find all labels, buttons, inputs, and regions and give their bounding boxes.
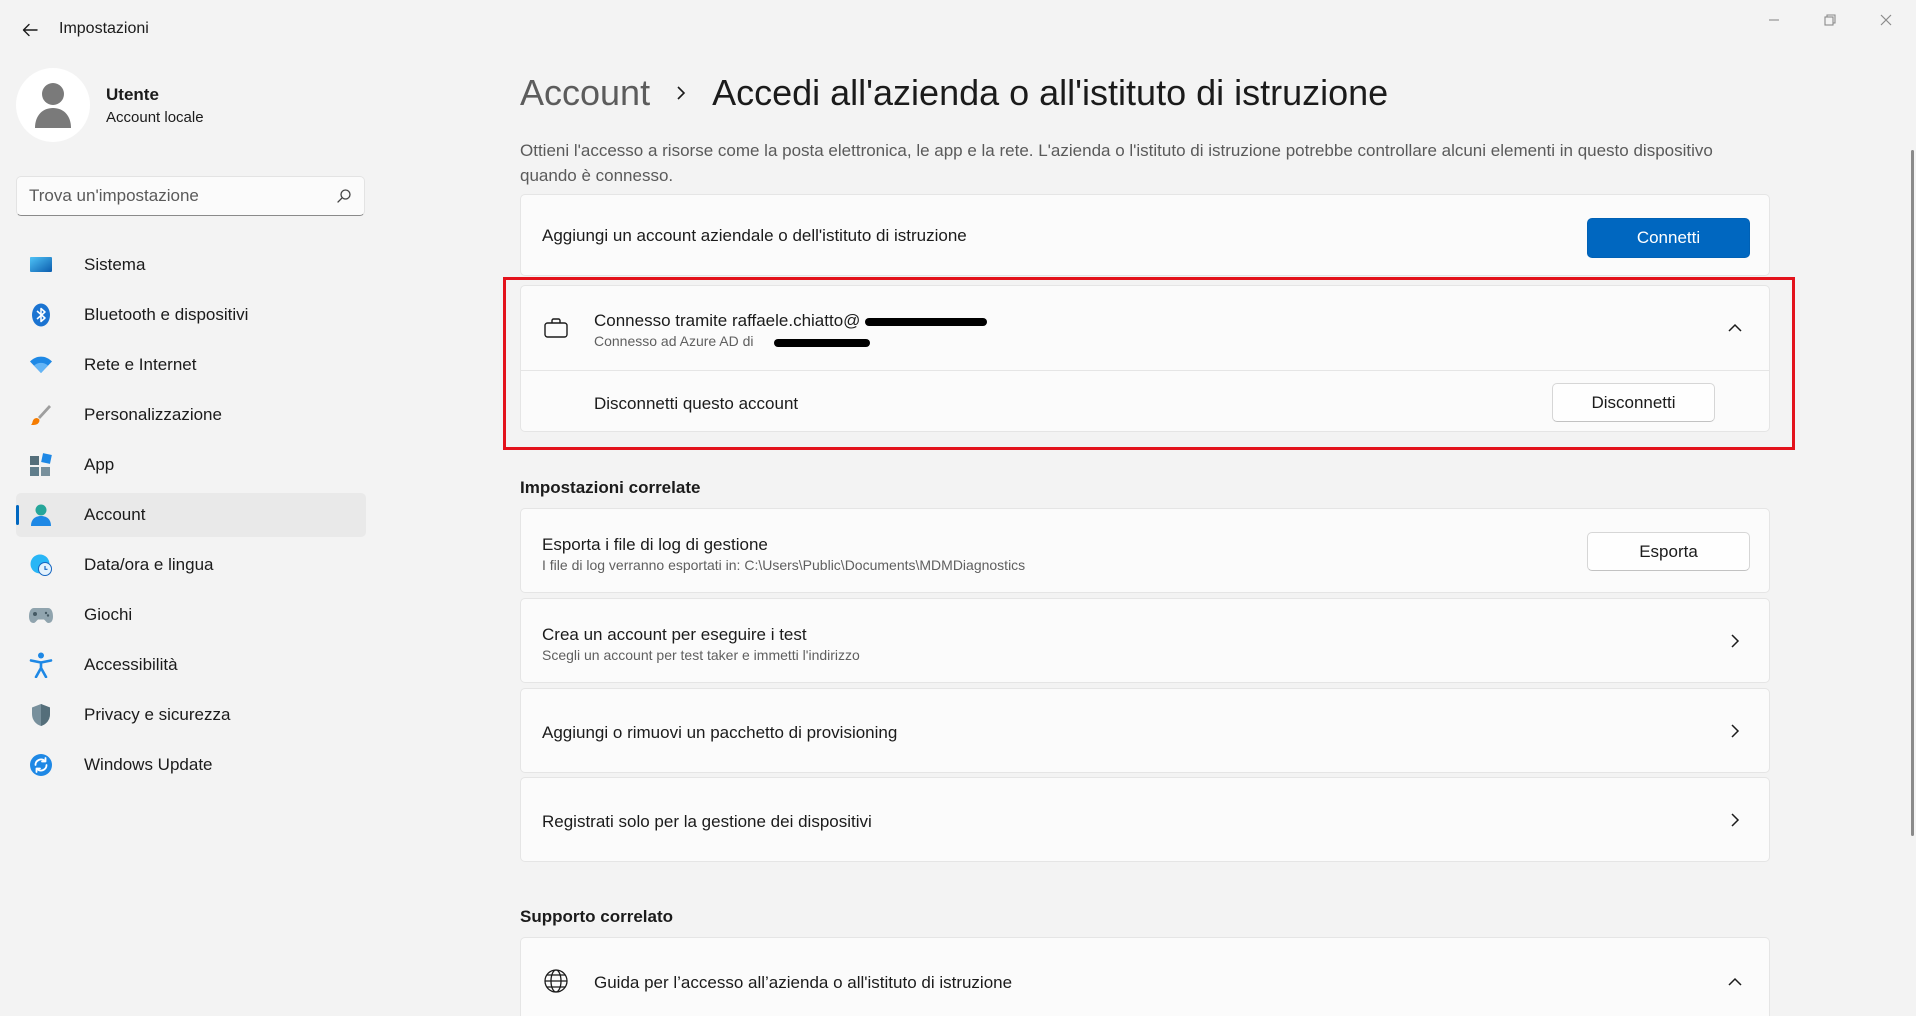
redacted-email (865, 318, 987, 326)
collapse-chevron[interactable] (1725, 318, 1745, 338)
sidebar-item-label: Accessibilità (84, 655, 178, 674)
export-button[interactable]: Esporta (1587, 532, 1750, 571)
sidebar-item-label: Account (84, 505, 146, 524)
sidebar-item-windows-update[interactable]: Windows Update (16, 743, 366, 787)
disconnect-button[interactable]: Disconnetti (1552, 383, 1715, 422)
page-title: Accedi all'azienda o all'istituto di ist… (712, 72, 1389, 113)
export-logs-card: Esporta i file di log di gestione I file… (520, 508, 1770, 593)
sidebar-item-bluetooth[interactable]: Bluetooth e dispositivi (16, 293, 366, 337)
sidebar-item-label: Bluetooth e dispositivi (84, 305, 249, 324)
sidebar-item-label: Personalizzazione (84, 405, 222, 424)
help-card[interactable]: Guida per l’accesso all’azienda o all'is… (520, 937, 1770, 1016)
user-profile[interactable]: Utente Account locale (16, 68, 204, 142)
page-description: Ottieni l'accesso a risorse come la post… (520, 141, 1713, 185)
device-management-card[interactable]: Registrati solo per la gestione dei disp… (520, 777, 1770, 862)
export-logs-subtitle: I file di log verranno esportati in: C:\… (542, 557, 1026, 573)
accessibility-icon (28, 652, 54, 678)
connect-button[interactable]: Connetti (1587, 218, 1750, 258)
search-box[interactable] (16, 176, 365, 216)
account-icon (28, 502, 54, 528)
sidebar-item-rete[interactable]: Rete e Internet (16, 343, 366, 387)
update-icon (28, 752, 54, 778)
profile-name: Utente (106, 84, 159, 104)
shield-icon (28, 702, 54, 728)
test-account-card[interactable]: Crea un account per eseguire i test Sceg… (520, 598, 1770, 683)
add-account-card: Aggiungi un account aziendale o dell'ist… (520, 194, 1770, 276)
breadcrumb-parent[interactable]: Account (520, 72, 650, 114)
sidebar-item-accessibilita[interactable]: Accessibilità (16, 643, 366, 687)
brush-icon (28, 402, 54, 428)
sidebar-item-personalizzazione[interactable]: Personalizzazione (16, 393, 366, 437)
test-account-subtitle: Scegli un account per test taker e immet… (542, 647, 860, 663)
provisioning-card[interactable]: Aggiungi o rimuovi un pacchetto di provi… (520, 688, 1770, 773)
disconnect-account-label: Disconnetti questo account (594, 394, 799, 413)
profile-account-type: Account locale (106, 108, 204, 126)
test-account-title: Crea un account per eseguire i test (542, 625, 807, 644)
sidebar-item-label: Sistema (84, 255, 146, 274)
bluetooth-icon (28, 302, 54, 328)
collapse-chevron[interactable] (1725, 972, 1745, 992)
sidebar-item-label: Windows Update (84, 755, 213, 774)
sidebar-item-label: Privacy e sicurezza (84, 705, 231, 724)
app-title: Impostazioni (59, 20, 149, 37)
sidebar-item-label: Rete e Internet (84, 355, 197, 374)
provisioning-title: Aggiungi o rimuovi un pacchetto di provi… (542, 723, 898, 742)
sidebar-item-giochi[interactable]: Giochi (16, 593, 366, 637)
divider (521, 370, 1769, 371)
chevron-right-icon (1725, 810, 1745, 830)
back-arrow-icon (22, 23, 38, 37)
sidebar-item-privacy[interactable]: Privacy e sicurezza (16, 693, 366, 737)
device-management-title: Registrati solo per la gestione dei disp… (542, 812, 872, 831)
title-bar: Impostazioni (0, 0, 1916, 58)
chevron-up-icon (1728, 323, 1742, 332)
gamepad-icon (28, 602, 54, 628)
redacted-organization (774, 339, 870, 347)
chevron-up-icon (1728, 977, 1742, 986)
restore-icon (1824, 14, 1836, 26)
related-settings-heading: Impostazioni correlate (520, 478, 701, 497)
chevron-right-icon (674, 84, 688, 102)
connected-account-title: Connesso tramite raffaele.chiatto@ (594, 311, 861, 330)
wifi-icon (28, 352, 54, 378)
restore-button[interactable] (1802, 0, 1858, 40)
sidebar-item-sistema[interactable]: Sistema (16, 243, 366, 287)
user-avatar-icon (35, 83, 71, 128)
close-button[interactable] (1858, 0, 1914, 40)
sidebar-item-label: Data/ora e lingua (84, 555, 214, 574)
back-button[interactable] (14, 14, 46, 46)
chevron-right-icon (1725, 721, 1745, 741)
scrollbar[interactable] (1911, 150, 1914, 836)
minimize-button[interactable] (1746, 0, 1802, 40)
sidebar-item-label: Giochi (84, 605, 133, 624)
chevron-right-icon (1725, 631, 1745, 651)
help-title: Guida per l’accesso all’azienda o all'is… (594, 973, 1013, 992)
close-icon (1880, 14, 1892, 26)
connected-account-header[interactable]: Connesso tramite raffaele.chiatto@ Conne… (521, 286, 1769, 370)
search-icon[interactable] (336, 188, 352, 204)
breadcrumb: Account Accedi all'azienda o all'istitut… (520, 72, 1388, 114)
system-icon (28, 252, 54, 278)
briefcase-icon (544, 317, 568, 344)
export-logs-title: Esporta i file di log di gestione (542, 535, 768, 554)
sidebar-item-data-ora[interactable]: Data/ora e lingua (16, 543, 366, 587)
connected-account-card: Connesso tramite raffaele.chiatto@ Conne… (520, 285, 1770, 432)
sidebar-item-label: App (84, 455, 115, 474)
add-account-label: Aggiungi un account aziendale o dell'ist… (542, 226, 967, 245)
connected-account-subtitle: Connesso ad Azure AD di (594, 333, 754, 349)
sidebar-item-app[interactable]: App (16, 443, 366, 487)
sidebar-item-account[interactable]: Account (16, 493, 366, 537)
globe-clock-icon (28, 552, 54, 578)
related-support-heading: Supporto correlato (520, 907, 674, 926)
apps-icon (28, 452, 54, 478)
minimize-icon (1769, 19, 1779, 21)
sidebar-nav: Sistema Bluetooth e dispositivi Rete e I… (16, 243, 366, 793)
search-input[interactable] (29, 186, 336, 206)
globe-icon (543, 968, 569, 999)
avatar (16, 68, 90, 142)
